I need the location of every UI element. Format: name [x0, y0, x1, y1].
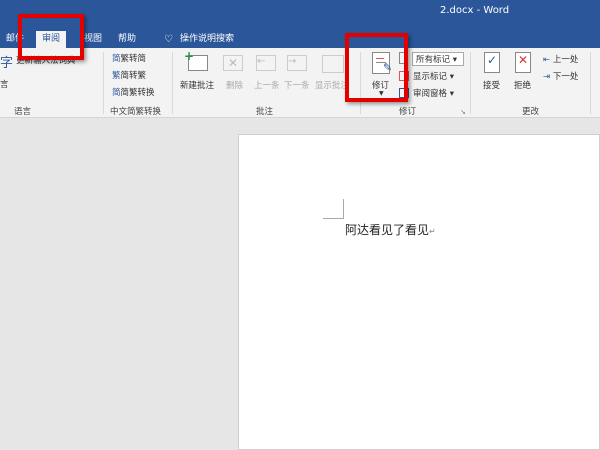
show-comments-button[interactable]: 显示批注	[315, 79, 349, 91]
group-label-tracking: 修订	[399, 107, 417, 117]
tell-me-search[interactable]: 操作说明搜索	[174, 31, 240, 48]
divider	[590, 52, 591, 114]
next-change-button[interactable]: ⇥ 下一处	[543, 70, 578, 82]
tab-help[interactable]: 帮助	[112, 31, 142, 48]
simp-to-trad-button[interactable]: 繁简转繁	[112, 69, 146, 81]
dialog-launcher-icon[interactable]: ↘	[460, 108, 466, 116]
new-comment-icon: +	[184, 49, 208, 71]
trad-to-simp-button[interactable]: 简繁转简	[112, 52, 146, 64]
previous-comment-icon: ←	[256, 55, 276, 71]
next-comment-icon: →	[287, 55, 307, 71]
reject-icon: ✕	[515, 52, 531, 73]
accept-button[interactable]: 接受	[483, 79, 500, 91]
previous-change-button[interactable]: ⇤ 上一处	[543, 53, 578, 65]
document-page[interactable]	[238, 134, 600, 450]
convert-button[interactable]: 简简繁转换	[112, 86, 155, 98]
show-comments-icon	[322, 55, 344, 73]
divider	[470, 52, 471, 114]
next-change-icon: ⇥	[543, 72, 551, 82]
next-comment-button[interactable]: 下一条	[284, 79, 310, 91]
paragraph-mark: ↵	[429, 227, 436, 236]
highlight-box-track-changes	[345, 33, 408, 102]
convert-icon: 简	[112, 88, 121, 98]
document-text[interactable]: 阿达看见了看见↵	[345, 221, 436, 238]
margin-corner-mark	[323, 199, 344, 219]
reject-button[interactable]: 拒绝	[514, 79, 531, 91]
group-label-changes: 更改	[522, 107, 540, 117]
delete-comment-icon: ✕	[223, 55, 243, 71]
window-title: 2.docx - Word	[440, 5, 510, 16]
group-label-comments: 批注	[256, 107, 274, 117]
show-markup-button[interactable]: 显示标记 ▾	[413, 70, 454, 82]
previous-change-icon: ⇤	[543, 55, 551, 65]
delete-comment-button[interactable]: 删除	[226, 79, 243, 91]
previous-comment-button[interactable]: 上一条	[254, 79, 280, 91]
markup-select[interactable]: 所有标记 ▾	[412, 52, 464, 66]
highlight-box-review-tab	[18, 14, 84, 60]
divider	[172, 52, 173, 114]
group-label-chinese-conversion: 中文简繁转换	[110, 107, 162, 117]
review-pane-button[interactable]: 审阅窗格 ▾	[413, 87, 454, 99]
new-comment-button[interactable]: 新建批注	[180, 79, 214, 91]
language-sub-button[interactable]: 言	[0, 78, 9, 90]
accept-icon: ✓	[484, 52, 500, 73]
trad-to-simp-icon: 简	[112, 54, 121, 64]
divider	[103, 52, 104, 114]
simp-to-trad-icon: 繁	[112, 71, 121, 81]
language-button[interactable]: 字	[0, 52, 13, 71]
group-label-language: 语言	[14, 107, 32, 117]
